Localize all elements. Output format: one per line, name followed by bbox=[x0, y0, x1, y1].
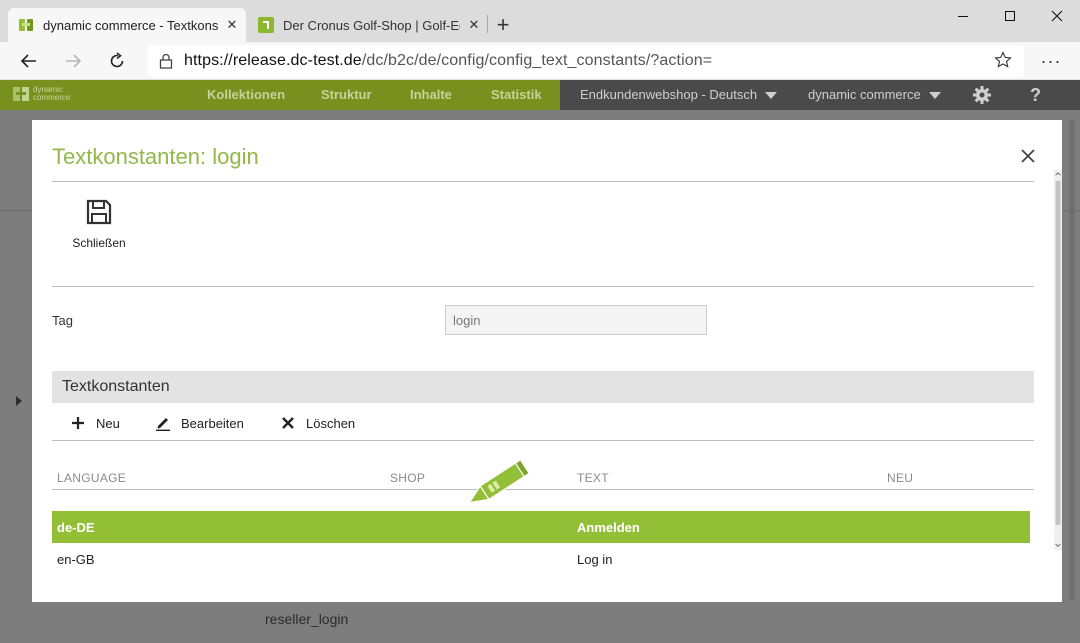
delete-button-label: Löschen bbox=[306, 415, 356, 431]
save-close-label: Schließen bbox=[72, 236, 126, 250]
back-button[interactable] bbox=[12, 45, 46, 77]
shop-select-value: Endkundenwebshop - Deutsch bbox=[580, 87, 758, 102]
shop-select[interactable]: Endkundenwebshop - Deutsch bbox=[580, 80, 778, 110]
edit-button[interactable]: Bearbeiten bbox=[155, 414, 244, 432]
screen: dynamic commerce - Textkonstanten ✕ Der … bbox=[0, 0, 1080, 643]
annotation-pointer-icon bbox=[468, 459, 531, 504]
address-bar-row: https://release.dc-test.de/dc/b2c/de/con… bbox=[0, 42, 1080, 80]
url-domain: https://release.dc-test.de bbox=[184, 52, 362, 69]
tab-cronus-golf-shop[interactable]: Der Cronus Golf-Shop | Golf-Equipment ✕ bbox=[248, 8, 488, 42]
new-button-label: Neu bbox=[96, 415, 120, 431]
cell-language: de-DE bbox=[57, 520, 95, 535]
cronus-favicon-icon bbox=[258, 17, 274, 33]
nav-statistik[interactable]: Statistik bbox=[491, 80, 542, 110]
tab-dynamic-commerce[interactable]: dynamic commerce - Textkonstanten ✕ bbox=[8, 8, 246, 42]
chevron-down-icon bbox=[765, 91, 778, 99]
company-select-value: dynamic commerce bbox=[808, 87, 921, 102]
app-header-nav-area: dynamic commerce Kollektionen Struktur I… bbox=[0, 80, 560, 110]
column-header-text[interactable]: TEXT bbox=[577, 471, 609, 485]
help-button[interactable]: ? bbox=[1030, 80, 1041, 110]
delete-button[interactable]: Löschen bbox=[280, 414, 355, 432]
settings-button[interactable] bbox=[972, 85, 992, 105]
section-header: Textkonstanten bbox=[52, 371, 1034, 403]
forward-arrow-icon bbox=[66, 54, 82, 68]
edit-button-label: Bearbeiten bbox=[181, 415, 244, 431]
gear-icon bbox=[973, 86, 991, 104]
nav-inhalte[interactable]: Inhalte bbox=[410, 80, 452, 110]
tag-input[interactable] bbox=[445, 305, 707, 335]
new-button[interactable]: Neu bbox=[70, 414, 120, 432]
nav-struktur[interactable]: Struktur bbox=[321, 80, 372, 110]
close-x-icon bbox=[280, 415, 296, 431]
tab-title: Der Cronus Golf-Shop | Golf-Equipment bbox=[283, 17, 460, 33]
company-select[interactable]: dynamic commerce bbox=[808, 80, 941, 110]
logo-mark-icon bbox=[13, 87, 29, 101]
tab-close-icon[interactable]: ✕ bbox=[218, 17, 246, 33]
tag-label: Tag bbox=[52, 313, 73, 328]
favorite-star-icon[interactable] bbox=[994, 51, 1012, 74]
cell-text: Anmelden bbox=[577, 520, 640, 535]
new-tab-button[interactable]: + bbox=[488, 8, 518, 42]
background-list-item: reseller_login bbox=[265, 611, 349, 627]
minimize-icon bbox=[958, 16, 968, 17]
forward-button[interactable] bbox=[56, 45, 90, 77]
window-close-icon bbox=[1051, 10, 1063, 22]
plus-icon bbox=[70, 415, 86, 431]
nav-kollektionen[interactable]: Kollektionen bbox=[207, 80, 285, 110]
cell-language: en-GB bbox=[57, 552, 95, 567]
minimize-button[interactable] bbox=[940, 0, 986, 32]
toolbar-divider bbox=[52, 440, 1034, 441]
browser-tab-bar: dynamic commerce - Textkonstanten ✕ Der … bbox=[0, 0, 1080, 42]
chevron-down-icon bbox=[928, 91, 941, 99]
logo-text-line2: commerce bbox=[33, 93, 71, 102]
maximize-button[interactable] bbox=[987, 0, 1033, 32]
dialog-title: Textkonstanten: login bbox=[52, 144, 259, 169]
maximize-icon bbox=[1005, 11, 1015, 21]
expand-arrow-icon bbox=[16, 396, 22, 406]
dialog-scrollbar[interactable] bbox=[1054, 122, 1062, 598]
table-row[interactable]: en-GB Log in bbox=[52, 543, 1030, 575]
column-header-language[interactable]: LANGUAGE bbox=[57, 471, 126, 485]
dialog-divider bbox=[52, 181, 1034, 182]
floppy-disk-icon bbox=[86, 199, 112, 225]
text-constants-dialog: Textkonstanten: login Schließen Tag Text… bbox=[32, 120, 1062, 602]
cell-text: Log in bbox=[577, 552, 613, 567]
table-row-selected[interactable]: de-DE Anmelden bbox=[52, 511, 1030, 543]
reload-icon bbox=[110, 52, 124, 68]
tab-title: dynamic commerce - Textkonstanten bbox=[43, 17, 218, 33]
tab-close-icon[interactable]: ✕ bbox=[460, 17, 488, 33]
column-header-shop[interactable]: SHOP bbox=[390, 471, 425, 485]
dynamic-commerce-favicon-icon bbox=[19, 19, 33, 31]
column-header-new[interactable]: NEU bbox=[887, 471, 913, 485]
table-header-divider bbox=[52, 489, 1034, 490]
dialog-divider bbox=[52, 286, 1034, 287]
save-close-button[interactable]: Schließen bbox=[72, 198, 126, 250]
pencil-icon bbox=[155, 415, 171, 431]
url-field[interactable]: https://release.dc-test.de/dc/b2c/de/con… bbox=[148, 45, 1024, 77]
url-text: https://release.dc-test.de/dc/b2c/de/con… bbox=[184, 52, 712, 70]
reload-button[interactable] bbox=[100, 45, 134, 77]
page-scrollbar[interactable] bbox=[1066, 120, 1078, 600]
window-close-button[interactable] bbox=[1034, 0, 1080, 32]
lock-icon bbox=[148, 53, 184, 69]
browser-menu-button[interactable]: ··· bbox=[1036, 45, 1066, 77]
back-arrow-icon bbox=[20, 54, 36, 68]
dialog-close-icon[interactable] bbox=[1018, 146, 1038, 166]
dynamic-commerce-logo[interactable]: dynamic commerce bbox=[12, 85, 70, 103]
background-divider bbox=[0, 210, 32, 211]
url-path: /dc/b2c/de/config/config_text_constants/… bbox=[361, 52, 713, 69]
app-header: dynamic commerce Kollektionen Struktur I… bbox=[0, 80, 1080, 110]
